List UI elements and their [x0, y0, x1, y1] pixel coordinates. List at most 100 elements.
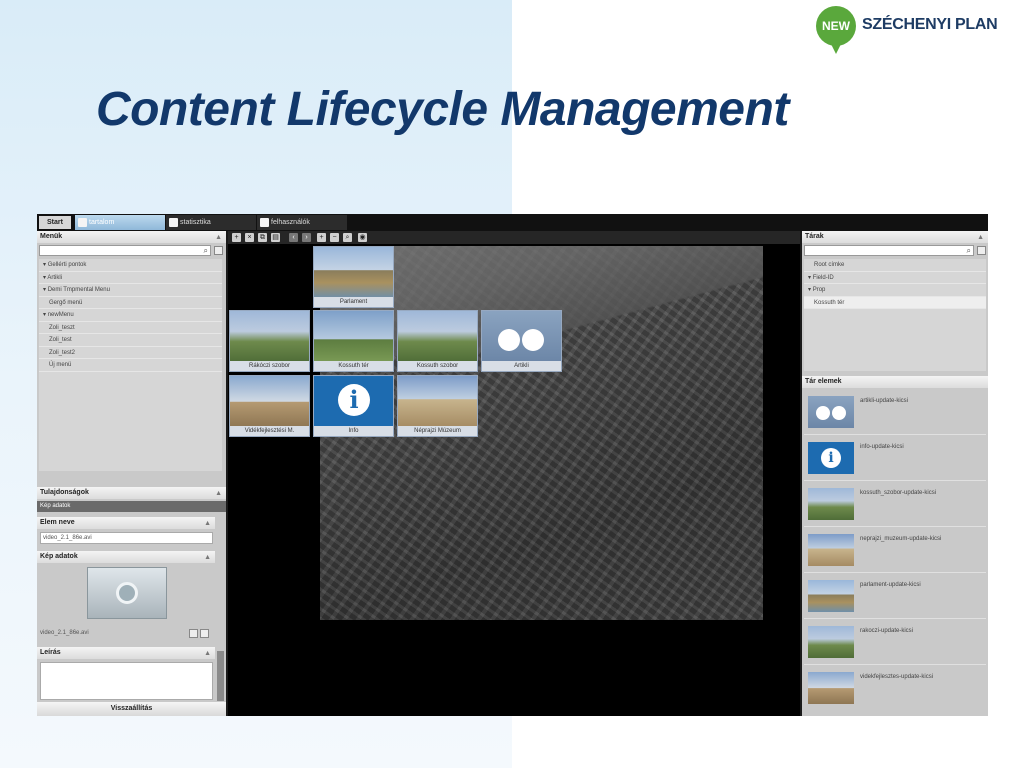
tab-tartalom[interactable]: tartalom [75, 215, 165, 230]
zoom-fit-icon[interactable]: ⌕ [343, 233, 352, 242]
list-item[interactable]: Zoli_test [39, 334, 222, 347]
list-item[interactable]: Zoli_test2 [39, 347, 222, 359]
paste-icon[interactable]: ▤ [271, 233, 280, 242]
properties-header[interactable]: Tulajdonságok ▲ [37, 487, 226, 499]
edit-icon[interactable] [189, 629, 198, 638]
description-title: Leírás [40, 649, 61, 656]
tile-info[interactable]: i Info [313, 375, 394, 437]
new-icon[interactable]: + [232, 233, 241, 242]
element-row[interactable]: parlament-update-kicsi [804, 574, 986, 619]
clear-search-icon[interactable] [214, 246, 223, 255]
info-icon: i [821, 448, 841, 468]
element-thumbnail [808, 580, 854, 612]
tab-felhasznalok[interactable]: felhasználók [257, 215, 347, 230]
list-item[interactable]: Gergő menü [39, 297, 222, 309]
tile-parlament[interactable]: Parlament [313, 246, 394, 308]
logo-text: SZÉCHENYI PLAN [862, 16, 998, 33]
menu-search-input[interactable]: ⌕ [39, 245, 211, 256]
delete-icon[interactable]: × [245, 233, 254, 242]
list-item[interactable]: Root címke [804, 259, 986, 272]
list-item[interactable]: ▾ Demi Tmpmental Menu [39, 284, 222, 297]
list-item-label: Artikli [47, 274, 63, 281]
zoom-in-icon[interactable]: + [317, 233, 326, 242]
tile-label: Artikli [482, 361, 561, 371]
list-item-label: newMenu [47, 312, 74, 318]
tile-videkfejlesztesi[interactable]: Vidékfejlesztési M. [229, 375, 310, 437]
neprajzi-thumbnail [398, 376, 477, 427]
next-icon[interactable]: › [302, 233, 311, 242]
scrollbar[interactable] [217, 651, 224, 701]
start-button[interactable]: Start [39, 216, 71, 229]
element-row[interactable]: rakoczi-update-kicsi [804, 620, 986, 665]
element-thumbnail [808, 488, 854, 520]
list-item-label: Zoli_test [49, 337, 72, 343]
videkfejlesztesi-thumbnail [230, 376, 309, 427]
zoom-out-icon[interactable]: − [330, 233, 339, 242]
element-label: kossuth_szobor-update-kicsi [860, 490, 937, 496]
list-item[interactable]: Zoli_teszt [39, 322, 222, 334]
description-textarea[interactable] [40, 662, 213, 700]
repository-elements-header[interactable]: Tár elemek [802, 376, 988, 388]
preview-eye-icon[interactable]: ◉ [358, 233, 367, 242]
element-row[interactable]: neprajzi_muzeum-update-kicsi [804, 528, 986, 573]
tile-neprajzi-muzeum[interactable]: Néprajzi Múzeum [397, 375, 478, 437]
element-thumbnail [808, 534, 854, 566]
stage-toolbar: + × ⧉ ▤ ‹ › + − ⌕ ◉ [228, 231, 800, 244]
reset-button[interactable]: Visszaállítás [37, 702, 226, 716]
tab-statisztika[interactable]: statisztika [166, 215, 256, 230]
collapse-icon[interactable]: ▲ [215, 232, 222, 244]
content-icon [78, 218, 87, 227]
element-label: info-update-kicsi [860, 444, 904, 450]
element-name-header[interactable]: Elem neve ▲ [37, 517, 215, 529]
element-label: artikli-update-kicsi [860, 398, 909, 404]
list-item[interactable]: Új menü [39, 359, 222, 372]
chart-icon [169, 218, 178, 227]
list-item[interactable]: ▾ newMenu [39, 309, 222, 322]
tile-kossuth-szobor[interactable]: Kossuth szobor [397, 310, 478, 372]
collapse-icon[interactable]: ▲ [977, 232, 984, 244]
collapse-icon[interactable]: ▲ [204, 518, 211, 530]
list-item[interactable]: ▾ Field-ID [804, 272, 986, 284]
element-row[interactable]: kossuth_szobor-update-kicsi [804, 482, 986, 527]
szechenyi-plan-logo: NEW SZÉCHENYI PLAN [816, 4, 1016, 62]
search-icon: ⌕ [203, 246, 208, 255]
browse-icon[interactable] [200, 629, 209, 638]
clear-search-icon[interactable] [977, 246, 986, 255]
element-name-field[interactable]: video_2.1_86e.avi [40, 532, 213, 544]
element-row[interactable]: artikli-update-kicsi [804, 390, 986, 435]
tile-label: Info [314, 426, 393, 436]
menu-list: ▾ Gellérti pontok ▾ Artikli ▾ Demi Tmpme… [39, 259, 222, 471]
description-header[interactable]: Leírás ▲ [37, 647, 215, 659]
list-item[interactable]: Kossuth tér [804, 296, 986, 309]
image-data-header[interactable]: Kép adatok ▲ [37, 551, 215, 563]
content-stage: + × ⧉ ▤ ‹ › + − ⌕ ◉ Parlament Rákóczi sz… [228, 231, 800, 716]
collapse-icon[interactable]: ▲ [204, 552, 211, 564]
list-item-label: Zoli_test2 [49, 349, 76, 356]
parlament-thumbnail [314, 247, 393, 298]
element-label: neprajzi_muzeum-update-kicsi [860, 536, 942, 542]
tile-artikli[interactable]: Artikli [481, 310, 562, 372]
person-icon [832, 406, 846, 420]
collapse-icon[interactable]: ▲ [215, 488, 222, 500]
tile-label: Rákóczi szobor [230, 361, 309, 371]
prev-icon[interactable]: ‹ [289, 233, 298, 242]
repositories-title: Tárak [805, 233, 824, 240]
person-icon [816, 406, 830, 420]
top-bar: Start tartalom statisztika felhasználók [37, 214, 988, 231]
list-item[interactable]: ▾ Prop [804, 284, 986, 297]
list-item-label: Root címke [814, 262, 845, 268]
tile-kossuth-ter[interactable]: Kossuth tér [313, 310, 394, 372]
menus-header[interactable]: Menük ▲ [37, 231, 226, 243]
tab-label: felhasználók [271, 219, 310, 226]
collapse-icon[interactable]: ▲ [204, 648, 211, 660]
properties-subheader: Kép adatok [37, 501, 226, 512]
list-item[interactable]: ▾ Artikli [39, 272, 222, 284]
element-row[interactable]: i info-update-kicsi [804, 436, 986, 481]
element-label: parlament-update-kicsi [860, 582, 921, 588]
element-row[interactable]: videkfejlesztes-update-kicsi [804, 666, 986, 711]
list-item[interactable]: ▾ Gellérti pontok [39, 259, 222, 272]
repositories-header[interactable]: Tárak ▲ [802, 231, 988, 243]
repository-search-input[interactable]: ⌕ [804, 245, 974, 256]
copy-icon[interactable]: ⧉ [258, 233, 267, 242]
tile-rakoczi-szobor[interactable]: Rákóczi szobor [229, 310, 310, 372]
